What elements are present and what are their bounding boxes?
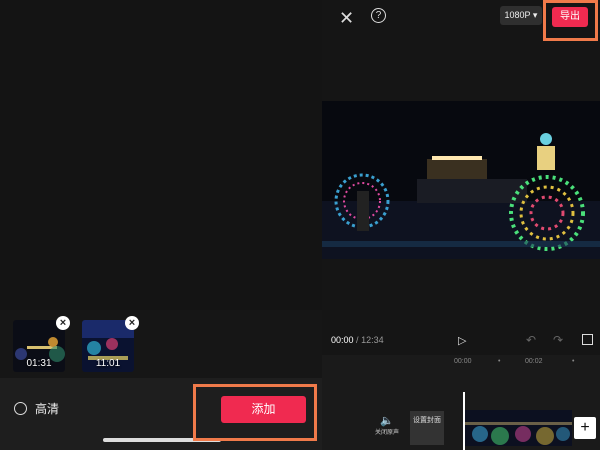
video-frame-image bbox=[322, 101, 600, 259]
ruler-tick-label: 00:00 bbox=[454, 358, 472, 365]
video-track-frames bbox=[465, 410, 572, 446]
resolution-dropdown[interactable]: 1080P ▾ bbox=[500, 6, 542, 25]
selected-clips-tray: 01:31 × 11:01 × bbox=[0, 310, 322, 378]
remove-clip-icon[interactable]: × bbox=[125, 316, 139, 330]
set-cover-button[interactable]: 设置封面 bbox=[410, 411, 444, 445]
export-button-highlight bbox=[543, 0, 598, 41]
current-time: 00:00 bbox=[331, 335, 354, 345]
video-track-strip[interactable] bbox=[465, 410, 572, 446]
hd-radio[interactable] bbox=[14, 402, 27, 415]
mute-original-audio-button[interactable]: 🔈 关闭原声 bbox=[372, 414, 402, 436]
add-button-highlight bbox=[193, 384, 317, 441]
media-picker-panel: 01:31 × 11:01 × 高清 bbox=[0, 0, 322, 450]
hd-label: 高清 bbox=[35, 402, 60, 416]
add-clip-button[interactable]: + bbox=[574, 417, 596, 439]
help-icon[interactable]: ? bbox=[371, 8, 386, 23]
playback-time: 00:00 / 12:34 bbox=[331, 335, 384, 345]
caret-down-icon: ▾ bbox=[532, 10, 538, 20]
total-time: 12:34 bbox=[361, 335, 384, 345]
ruler-tick-label: 00:02 bbox=[525, 358, 543, 365]
preview-area bbox=[0, 0, 322, 310]
time-separator: / bbox=[356, 335, 359, 345]
video-preview[interactable] bbox=[322, 101, 600, 259]
undo-icon[interactable]: ↶ bbox=[526, 333, 536, 347]
close-icon[interactable]: ✕ bbox=[339, 8, 354, 29]
mute-label: 关闭原声 bbox=[374, 430, 399, 436]
ruler-dot: • bbox=[498, 358, 501, 365]
redo-icon[interactable]: ↷ bbox=[553, 333, 563, 347]
fullscreen-icon[interactable] bbox=[582, 334, 593, 345]
resolution-label: 1080P bbox=[504, 10, 531, 20]
speaker-icon: 🔈 bbox=[380, 415, 394, 427]
ruler-dot: • bbox=[572, 358, 575, 365]
clip-duration: 11:01 bbox=[95, 358, 121, 369]
clip-duration: 01:31 bbox=[26, 358, 52, 369]
remove-clip-icon[interactable]: × bbox=[56, 316, 70, 330]
play-icon[interactable]: ▷ bbox=[458, 334, 466, 347]
